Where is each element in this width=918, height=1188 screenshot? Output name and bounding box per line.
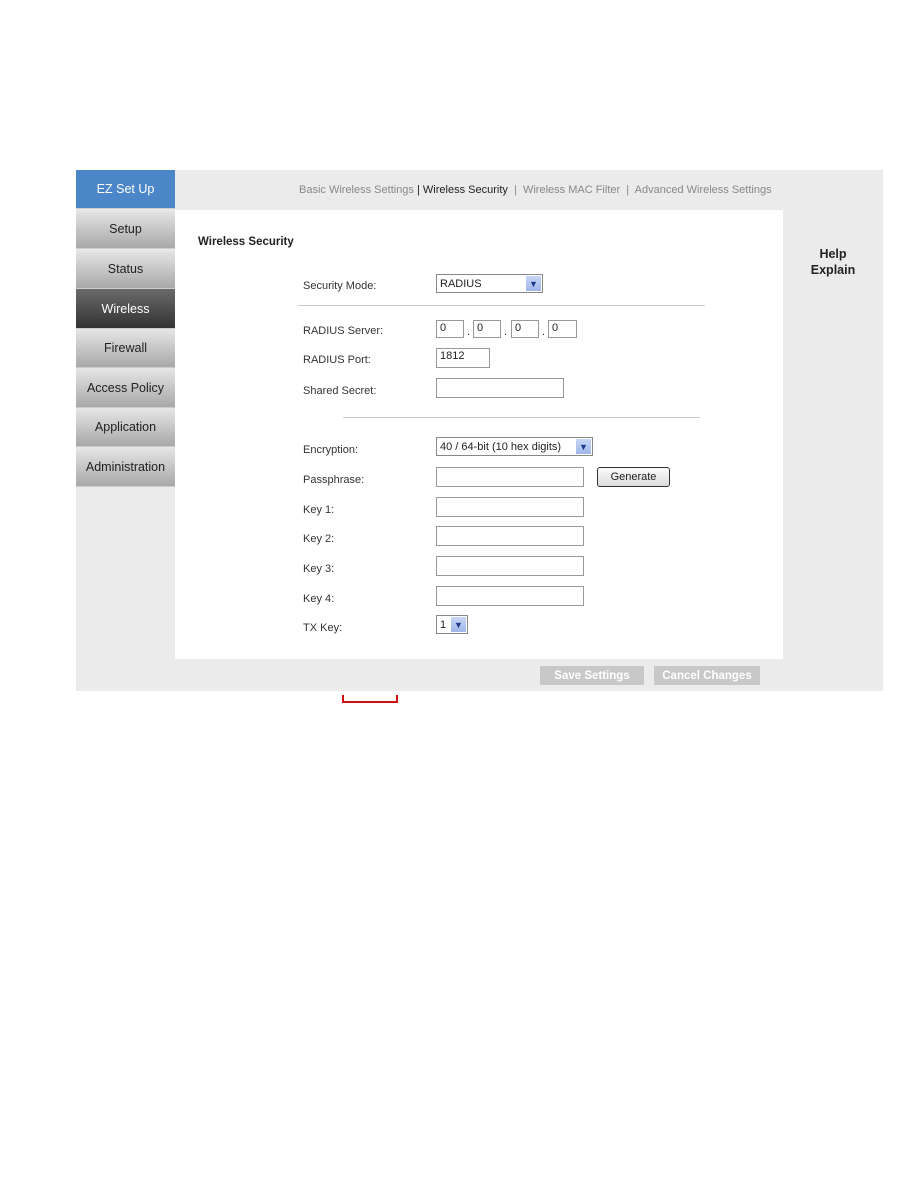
sidebar-item-setup[interactable]: Setup (76, 210, 175, 249)
chevron-down-icon: ▼ (576, 439, 591, 454)
key2-input[interactable] (436, 526, 584, 546)
help-panel: Help Explain (783, 246, 883, 278)
help-explain: Explain (810, 263, 856, 277)
tab-advanced-wireless-settings[interactable]: Advanced Wireless Settings (635, 184, 772, 196)
encryption-select[interactable]: 40 / 64-bit (10 hex digits) ▼ (436, 437, 593, 456)
radius-server-label: RADIUS Server: (303, 325, 384, 337)
sidebar-item-access-policy[interactable]: Access Policy (76, 368, 175, 408)
divider (298, 305, 705, 306)
security-mode-label: Security Mode: (303, 280, 377, 292)
shared-secret-label: Shared Secret: (303, 385, 377, 397)
divider (343, 417, 700, 418)
sidebar-item-wireless[interactable]: Wireless (76, 289, 175, 329)
sidebar-item-ez-setup[interactable]: EZ Set Up (76, 170, 175, 209)
sidebar-item-status[interactable]: Status (76, 250, 175, 289)
passphrase-input[interactable] (436, 467, 584, 487)
radius-server-octet-1[interactable]: 0 (436, 320, 464, 338)
sidebar-item-application[interactable]: Application (76, 408, 175, 447)
tab-basic-wireless-settings[interactable]: Basic Wireless Settings (299, 184, 414, 196)
key1-input[interactable] (436, 497, 584, 517)
help-title: Help (819, 247, 847, 261)
annotation-bracket (342, 695, 398, 703)
security-mode-select[interactable]: RADIUS ▼ (436, 274, 543, 293)
tab-bar: Basic Wireless Settings | Wireless Secur… (299, 184, 772, 196)
tab-wireless-mac-filter[interactable]: Wireless MAC Filter (523, 184, 620, 196)
radius-server-octet-2[interactable]: 0 (473, 320, 501, 338)
chevron-down-icon: ▼ (526, 276, 541, 291)
encryption-value: 40 / 64-bit (10 hex digits) (440, 440, 562, 453)
tab-wireless-security[interactable]: Wireless Security (423, 184, 508, 196)
radius-server-octet-3[interactable]: 0 (511, 320, 539, 338)
key3-input[interactable] (436, 556, 584, 576)
sidebar-item-administration[interactable]: Administration (76, 447, 175, 487)
key3-label: Key 3: (303, 563, 335, 575)
radius-port-label: RADIUS Port: (303, 354, 371, 366)
chevron-down-icon: ▼ (451, 617, 466, 632)
security-mode-value: RADIUS (440, 277, 482, 290)
shared-secret-input[interactable] (436, 378, 564, 398)
key4-label: Key 4: (303, 593, 335, 605)
tx-key-value: 1 (440, 618, 447, 631)
section-title: Wireless Security (198, 236, 294, 248)
cancel-changes-button[interactable]: Cancel Changes (654, 666, 760, 685)
key2-label: Key 2: (303, 533, 335, 545)
key1-label: Key 1: (303, 504, 335, 516)
passphrase-label: Passphrase: (303, 474, 365, 486)
save-settings-button[interactable]: Save Settings (540, 666, 644, 685)
sidebar-item-firewall[interactable]: Firewall (76, 329, 175, 368)
radius-port-input[interactable]: 1812 (436, 348, 490, 368)
tx-key-select[interactable]: 1 ▼ (436, 615, 468, 634)
generate-button[interactable]: Generate (597, 467, 670, 487)
tx-key-label: TX Key: (303, 622, 343, 634)
radius-server-octet-4[interactable]: 0 (548, 320, 577, 338)
encryption-label: Encryption: (303, 444, 359, 456)
key4-input[interactable] (436, 586, 584, 606)
